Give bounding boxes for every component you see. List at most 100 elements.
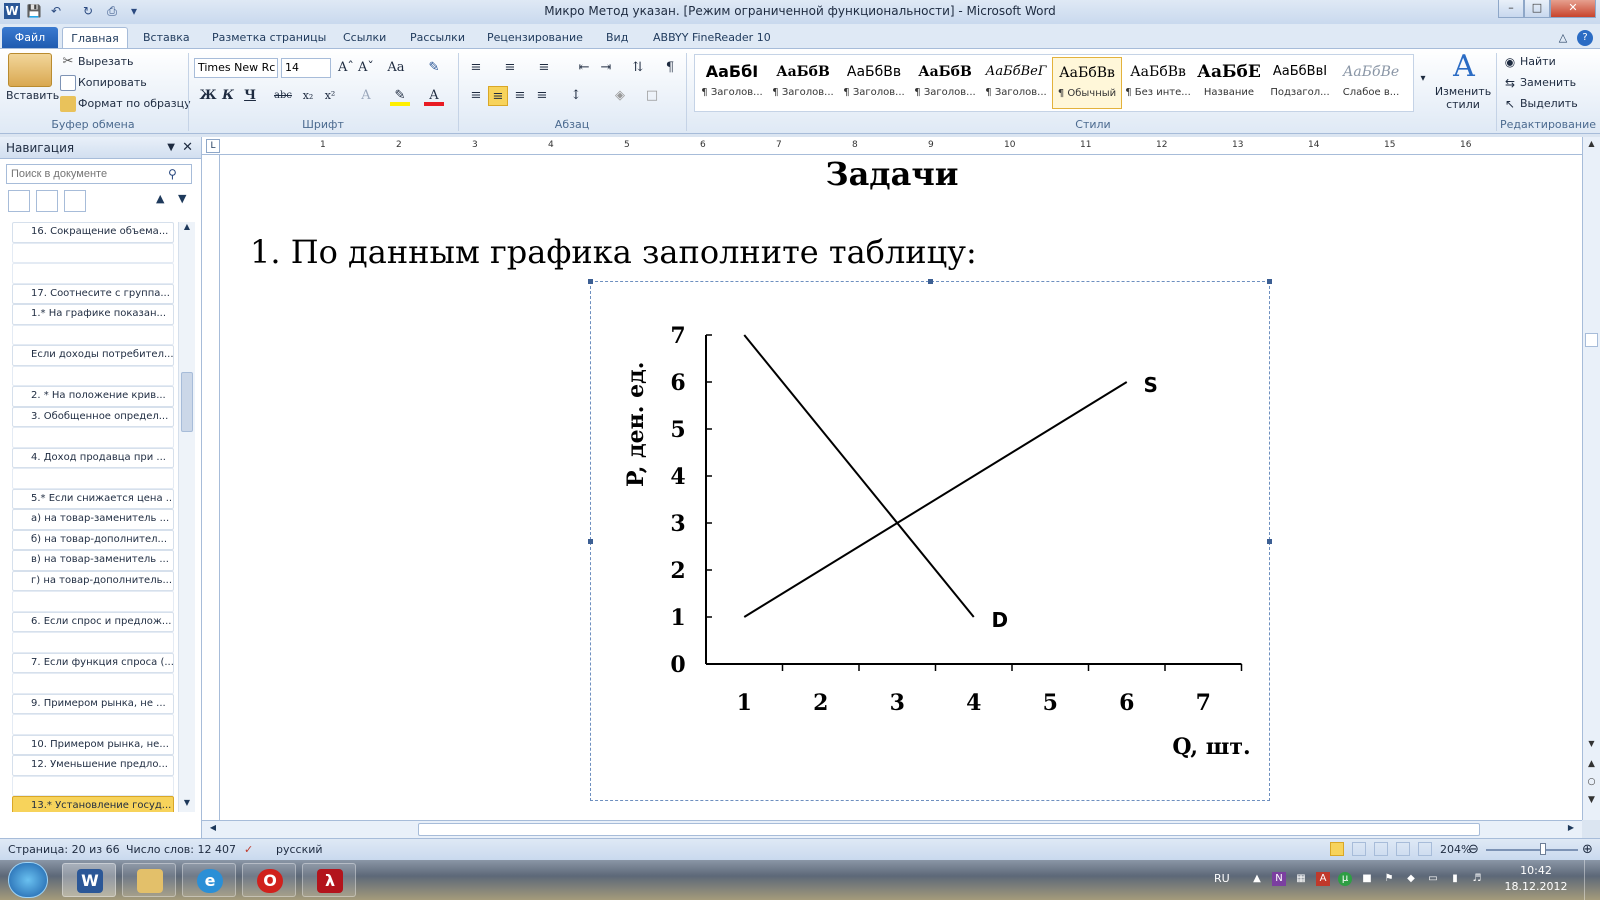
nav-heading-item[interactable]	[12, 427, 174, 448]
nav-heading-item[interactable]: 7. Если функция спроса (...	[12, 652, 174, 673]
language-indicator[interactable]: русский	[276, 839, 323, 860]
start-button[interactable]	[8, 862, 48, 898]
numbering-icon[interactable]: ≡	[500, 58, 520, 78]
pages-view-icon[interactable]	[36, 190, 58, 212]
nav-menu-icon[interactable]: ▼	[167, 137, 175, 159]
find-button[interactable]: ◉ Найти	[1502, 54, 1556, 70]
minimize-button[interactable]: –	[1498, 0, 1524, 18]
tab-references[interactable]: Ссылки	[343, 27, 386, 48]
nav-heading-item[interactable]: 4. Доход продавца при ...	[12, 447, 174, 468]
nav-heading-item[interactable]: 3. Обобщенное определ...	[12, 406, 174, 427]
close-button[interactable]: ✕	[1550, 0, 1596, 18]
zoom-slider-thumb[interactable]	[1540, 843, 1546, 855]
change-styles-icon[interactable]: A	[1446, 51, 1482, 83]
flag-icon[interactable]: ⚑	[1382, 872, 1396, 886]
line-spacing-icon[interactable]: ↕	[566, 86, 586, 106]
nav-heading-item[interactable]	[12, 591, 174, 612]
resize-handle[interactable]	[588, 279, 593, 284]
styles-more-icon[interactable]: ▾	[1416, 69, 1430, 89]
taskbar-opera[interactable]: O	[242, 863, 296, 897]
shrink-font-icon[interactable]: Aˇ	[356, 58, 376, 78]
sort-icon[interactable]: ⇅	[628, 58, 648, 78]
vertical-scroll-thumb[interactable]	[1585, 333, 1598, 347]
nav-heading-item[interactable]	[12, 673, 174, 694]
nav-heading-item[interactable]: 17. Соотнесите с группа...	[12, 283, 174, 304]
style-heading3[interactable]: АаБбВв ¶ Заголов...	[839, 57, 909, 109]
search-icon[interactable]: ⚲	[168, 167, 177, 181]
acrobat-tray-icon[interactable]: A	[1316, 872, 1330, 886]
browse-object-icon[interactable]: ○	[1585, 777, 1598, 791]
taskbar-explorer[interactable]	[122, 863, 176, 897]
nav-heading-item[interactable]: в) на товар-заменитель ...	[12, 550, 174, 571]
change-styles-button[interactable]: Изменить стили	[1432, 85, 1494, 111]
nav-heading-item[interactable]	[12, 324, 174, 345]
taskbar-word[interactable]: W	[62, 863, 116, 897]
style-normal[interactable]: АаБбВв ¶ Обычный	[1052, 57, 1122, 109]
outline-view-icon[interactable]	[1396, 842, 1410, 856]
zoom-slider[interactable]	[1486, 849, 1578, 851]
tab-mailings[interactable]: Рассылки	[410, 27, 465, 48]
zoom-out-icon[interactable]: ⊖	[1468, 839, 1479, 860]
subscript-button[interactable]: x₂	[298, 86, 318, 106]
resize-handle[interactable]	[1267, 539, 1272, 544]
change-case-icon[interactable]: Aa	[386, 58, 406, 78]
chart-frame[interactable]: 0 1 2 3 4 5 6 7 1 2 3 4 5 6 7 Q, шт. P, ден. ед. D S	[588, 279, 1272, 801]
clock-date[interactable]: 18.12.2012	[1504, 880, 1568, 893]
volume-icon[interactable]: ♬	[1470, 872, 1484, 886]
style-heading4[interactable]: АаБбВ ¶ Заголов...	[910, 57, 980, 109]
network-icon[interactable]: ▦	[1294, 872, 1308, 886]
clear-formatting-icon[interactable]: ✎	[424, 58, 444, 78]
scroll-up-icon[interactable]: ▲	[1585, 139, 1598, 153]
minimize-ribbon-icon[interactable]: △	[1555, 27, 1571, 48]
nav-search-input[interactable]	[6, 164, 192, 184]
style-no-spacing[interactable]: АаБбВв ¶ Без инте...	[1123, 57, 1193, 109]
shading-icon[interactable]: ◈	[610, 86, 630, 106]
previous-heading-icon[interactable]: ▲	[156, 192, 164, 205]
nav-heading-item[interactable]: а) на товар-заменитель ...	[12, 509, 174, 530]
align-center-icon[interactable]: ≡	[488, 86, 508, 106]
nav-close-icon[interactable]: ✕	[182, 137, 193, 159]
page-count[interactable]: Страница: 20 из 66	[8, 839, 120, 860]
nav-heading-item[interactable]: 1.* На графике показан...	[12, 304, 174, 325]
align-right-icon[interactable]: ≡	[510, 86, 530, 106]
taskbar-ie[interactable]: e	[182, 863, 236, 897]
nav-heading-item[interactable]	[12, 775, 174, 796]
style-heading1[interactable]: АаБбІ ¶ Заголов...	[697, 57, 767, 109]
tab-page-layout[interactable]: Разметка страницы	[212, 27, 326, 48]
nav-heading-item[interactable]: 9. Примером рынка, не ...	[12, 693, 174, 714]
grow-font-icon[interactable]: Aˆ	[336, 58, 356, 78]
tab-abbyy[interactable]: ABBYY FineReader 10	[653, 27, 771, 48]
nav-scroll-thumb[interactable]	[181, 372, 193, 432]
resize-handle[interactable]	[588, 539, 593, 544]
vertical-scrollbar[interactable]: ▲ ▼ ▲ ○ ▼	[1582, 137, 1600, 820]
superscript-button[interactable]: x²	[320, 86, 340, 106]
taskbar-acrobat[interactable]: λ	[302, 863, 356, 897]
next-heading-icon[interactable]: ▼	[178, 192, 186, 205]
word-count[interactable]: Число слов: 12 407	[126, 839, 236, 860]
proofing-icon[interactable]: ✓	[244, 839, 253, 860]
vertical-ruler[interactable]	[202, 155, 220, 820]
tray-icon[interactable]: ■	[1360, 872, 1374, 886]
resize-handle[interactable]	[1267, 279, 1272, 284]
format-painter-button[interactable]: Формат по образцу	[60, 96, 191, 112]
input-language[interactable]: RU	[1214, 872, 1230, 885]
tab-selector-icon[interactable]: L	[206, 139, 220, 153]
font-size-combo[interactable]: 14	[281, 58, 331, 78]
draft-view-icon[interactable]	[1418, 842, 1432, 856]
align-left-icon[interactable]: ≡	[466, 86, 486, 106]
nav-heading-item[interactable]	[12, 263, 174, 284]
tray-icon[interactable]: ◆	[1404, 872, 1418, 886]
copy-button[interactable]: Копировать	[60, 75, 147, 91]
style-heading2[interactable]: АаБбВ ¶ Заголов...	[768, 57, 838, 109]
scroll-down-icon[interactable]: ▼	[181, 798, 193, 812]
nav-heading-item[interactable]	[12, 632, 174, 653]
help-icon[interactable]: ?	[1577, 30, 1593, 46]
underline-button[interactable]: Ч	[240, 86, 260, 106]
highlight-icon[interactable]: ✎	[390, 86, 410, 106]
increase-indent-icon[interactable]: ⇥	[596, 58, 616, 78]
nav-heading-item[interactable]: 2. * На положение крив...	[12, 386, 174, 407]
style-subtitle[interactable]: АаБбВвІ Подзагол...	[1265, 57, 1335, 109]
zoom-level[interactable]: 204%	[1440, 839, 1471, 860]
utorrent-icon[interactable]: μ	[1338, 872, 1352, 886]
clock-time[interactable]: 10:42	[1504, 864, 1568, 877]
